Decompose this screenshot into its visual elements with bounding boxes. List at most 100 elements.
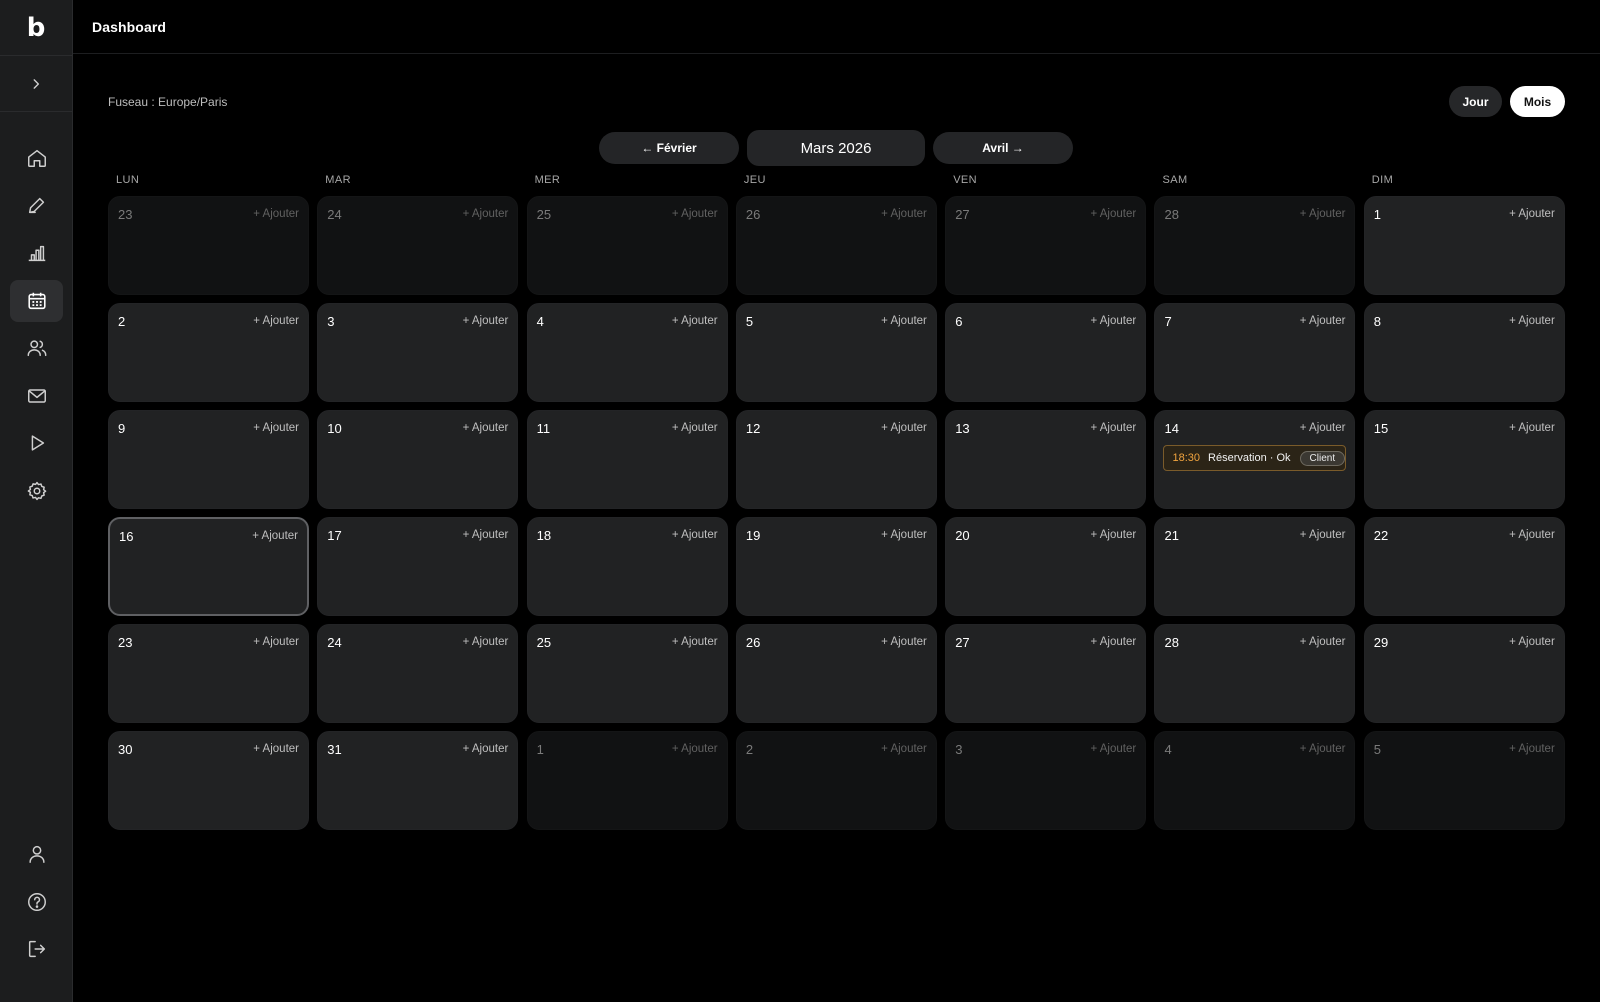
nav-settings[interactable]: [10, 470, 63, 512]
add-event-button[interactable]: + Ajouter: [1090, 315, 1136, 327]
nav-profile[interactable]: [10, 833, 63, 875]
nav-users[interactable]: [10, 327, 63, 369]
day-cell[interactable]: 3 + Ajouter: [317, 303, 519, 402]
event-chip[interactable]: 18:30 Réservation · Ok Client: [1163, 445, 1347, 471]
nav-mail[interactable]: [10, 375, 63, 417]
day-cell[interactable]: 1 + Ajouter: [526, 731, 728, 830]
add-event-button[interactable]: + Ajouter: [1090, 422, 1136, 434]
day-cell[interactable]: 7 + Ajouter: [1154, 303, 1356, 402]
add-event-button[interactable]: + Ajouter: [881, 743, 927, 755]
day-cell[interactable]: 21 + Ajouter: [1154, 517, 1356, 616]
nav-calendar[interactable]: [10, 280, 63, 322]
add-event-button[interactable]: + Ajouter: [1300, 529, 1346, 541]
add-event-button[interactable]: + Ajouter: [463, 208, 509, 220]
add-event-button[interactable]: + Ajouter: [1090, 636, 1136, 648]
prev-month-button[interactable]: ← Février: [599, 132, 739, 164]
day-cell[interactable]: 26 + Ajouter: [735, 624, 937, 723]
add-event-button[interactable]: + Ajouter: [253, 315, 299, 327]
nav-home[interactable]: [10, 137, 63, 179]
day-cell[interactable]: 18 + Ajouter: [526, 517, 728, 616]
add-event-button[interactable]: + Ajouter: [672, 743, 718, 755]
day-cell[interactable]: 20 + Ajouter: [945, 517, 1147, 616]
day-cell[interactable]: 14 + Ajouter 18:30 Réservation · Ok Client: [1154, 410, 1356, 509]
add-event-button[interactable]: + Ajouter: [1509, 208, 1555, 220]
day-cell[interactable]: 5 + Ajouter: [1363, 731, 1565, 830]
add-event-button[interactable]: + Ajouter: [253, 208, 299, 220]
day-cell[interactable]: 28 + Ajouter: [1154, 196, 1356, 295]
add-event-button[interactable]: + Ajouter: [253, 636, 299, 648]
day-cell[interactable]: 19 + Ajouter: [735, 517, 937, 616]
day-cell[interactable]: 6 + Ajouter: [945, 303, 1147, 402]
add-event-button[interactable]: + Ajouter: [881, 422, 927, 434]
app-logo[interactable]: b: [0, 0, 72, 56]
nav-media[interactable]: [10, 422, 63, 464]
add-event-button[interactable]: + Ajouter: [1300, 208, 1346, 220]
add-event-button[interactable]: + Ajouter: [1090, 743, 1136, 755]
nav-edit[interactable]: [10, 184, 63, 226]
day-cell[interactable]: 24 + Ajouter: [317, 196, 519, 295]
add-event-button[interactable]: + Ajouter: [881, 529, 927, 541]
day-cell[interactable]: 4 + Ajouter: [1154, 731, 1356, 830]
add-event-button[interactable]: + Ajouter: [881, 315, 927, 327]
add-event-button[interactable]: + Ajouter: [1509, 636, 1555, 648]
day-cell[interactable]: 30 + Ajouter: [108, 731, 309, 830]
add-event-button[interactable]: + Ajouter: [463, 743, 509, 755]
add-event-button[interactable]: + Ajouter: [1509, 422, 1555, 434]
add-event-button[interactable]: + Ajouter: [672, 636, 718, 648]
day-cell[interactable]: 17 + Ajouter: [317, 517, 519, 616]
add-event-button[interactable]: + Ajouter: [1090, 208, 1136, 220]
add-event-button[interactable]: + Ajouter: [463, 636, 509, 648]
day-cell[interactable]: 27 + Ajouter: [945, 196, 1147, 295]
day-cell[interactable]: 31 + Ajouter: [317, 731, 519, 830]
nav-help[interactable]: [10, 881, 63, 923]
view-month-button[interactable]: Mois: [1510, 86, 1565, 117]
day-cell[interactable]: 26 + Ajouter: [735, 196, 937, 295]
add-event-button[interactable]: + Ajouter: [252, 530, 298, 542]
day-cell[interactable]: 11 + Ajouter: [526, 410, 728, 509]
day-cell[interactable]: 29 + Ajouter: [1363, 624, 1565, 723]
add-event-button[interactable]: + Ajouter: [1300, 315, 1346, 327]
add-event-button[interactable]: + Ajouter: [253, 743, 299, 755]
day-cell[interactable]: 2 + Ajouter: [735, 731, 937, 830]
day-cell[interactable]: 22 + Ajouter: [1363, 517, 1565, 616]
add-event-button[interactable]: + Ajouter: [1509, 743, 1555, 755]
add-event-button[interactable]: + Ajouter: [672, 208, 718, 220]
day-cell[interactable]: 28 + Ajouter: [1154, 624, 1356, 723]
add-event-button[interactable]: + Ajouter: [253, 422, 299, 434]
day-cell[interactable]: 2 + Ajouter: [108, 303, 309, 402]
add-event-button[interactable]: + Ajouter: [1509, 529, 1555, 541]
day-cell[interactable]: 25 + Ajouter: [526, 624, 728, 723]
day-cell[interactable]: 15 + Ajouter: [1363, 410, 1565, 509]
add-event-button[interactable]: + Ajouter: [1300, 743, 1346, 755]
day-cell[interactable]: 3 + Ajouter: [945, 731, 1147, 830]
next-month-button[interactable]: Avril →: [933, 132, 1073, 164]
day-cell[interactable]: 23 + Ajouter: [108, 196, 309, 295]
day-cell[interactable]: 8 + Ajouter: [1363, 303, 1565, 402]
day-cell[interactable]: 5 + Ajouter: [735, 303, 937, 402]
day-cell[interactable]: 1 + Ajouter: [1363, 196, 1565, 295]
day-cell[interactable]: 4 + Ajouter: [526, 303, 728, 402]
add-event-button[interactable]: + Ajouter: [463, 529, 509, 541]
day-cell-today[interactable]: 16 + Ajouter: [108, 517, 309, 616]
add-event-button[interactable]: + Ajouter: [1300, 636, 1346, 648]
add-event-button[interactable]: + Ajouter: [1509, 315, 1555, 327]
day-cell[interactable]: 12 + Ajouter: [735, 410, 937, 509]
add-event-button[interactable]: + Ajouter: [672, 529, 718, 541]
day-cell[interactable]: 23 + Ajouter: [108, 624, 309, 723]
day-cell[interactable]: 10 + Ajouter: [317, 410, 519, 509]
nav-logout[interactable]: [10, 928, 63, 970]
day-cell[interactable]: 24 + Ajouter: [317, 624, 519, 723]
day-cell[interactable]: 9 + Ajouter: [108, 410, 309, 509]
add-event-button[interactable]: + Ajouter: [672, 422, 718, 434]
add-event-button[interactable]: + Ajouter: [881, 208, 927, 220]
view-day-button[interactable]: Jour: [1449, 86, 1502, 117]
add-event-button[interactable]: + Ajouter: [1300, 422, 1346, 434]
add-event-button[interactable]: + Ajouter: [881, 636, 927, 648]
expand-sidebar-button[interactable]: [0, 56, 72, 112]
add-event-button[interactable]: + Ajouter: [672, 315, 718, 327]
add-event-button[interactable]: + Ajouter: [1090, 529, 1136, 541]
day-cell[interactable]: 27 + Ajouter: [945, 624, 1147, 723]
day-cell[interactable]: 13 + Ajouter: [945, 410, 1147, 509]
nav-analytics[interactable]: [10, 232, 63, 274]
add-event-button[interactable]: + Ajouter: [463, 315, 509, 327]
